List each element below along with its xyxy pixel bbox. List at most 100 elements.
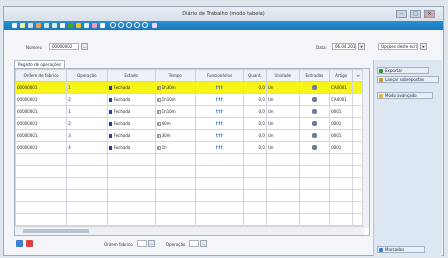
cell-quant[interactable]: 0,0 (242, 117, 267, 130)
cell-quant[interactable]: 0,0 (242, 129, 267, 142)
add-row-icon[interactable] (16, 240, 23, 247)
cell-funcionarios[interactable]: ††† (194, 129, 244, 142)
numero-field[interactable]: 00000002 (49, 43, 79, 50)
check-icon[interactable] (68, 23, 73, 28)
vertical-scrollbar[interactable] (362, 69, 369, 228)
copy-icon[interactable] (44, 23, 49, 28)
cell-quant[interactable]: 0,0 (242, 141, 267, 154)
cell-quant[interactable]: 0,0 (242, 105, 267, 118)
open-icon[interactable] (20, 23, 25, 28)
table-row[interactable]: 00000001 2 Fechada ▾ 1h10m ††† 0,0 Un CA0… (14, 93, 364, 106)
cell-tempo[interactable]: ▾ 30m (154, 129, 196, 142)
operacao-lookup-button[interactable]: … (200, 240, 207, 247)
entradas-icon[interactable] (311, 120, 317, 126)
delete-row-icon[interactable] (26, 240, 33, 247)
nav-next-icon[interactable] (126, 22, 132, 28)
save-icon[interactable] (28, 23, 33, 28)
cell-unidade[interactable]: Un (265, 141, 300, 154)
new-icon[interactable] (12, 23, 17, 28)
col-estado[interactable]: Estado (106, 69, 156, 82)
tempo-dropdown-icon[interactable]: ▾ (156, 134, 161, 138)
horizontal-scroll-thumb[interactable] (23, 229, 89, 233)
nav-prev-icon[interactable] (118, 22, 124, 28)
cell-ordem[interactable]: 00000001 (14, 129, 68, 142)
entradas-icon[interactable] (311, 132, 317, 138)
table-row[interactable]: 00000001 1 Fechada ▾ 1h30m ††† 0,0 Un CA0… (14, 81, 364, 94)
maximize-button[interactable]: □ (410, 10, 421, 18)
entradas-icon[interactable] (311, 84, 317, 90)
cell-operacao[interactable]: 2 (66, 93, 108, 106)
tempo-dropdown-icon[interactable]: ▾ (156, 122, 161, 126)
cell-entradas[interactable] (298, 141, 331, 154)
cell-tempo[interactable]: ▾ 40m (154, 117, 196, 130)
search-icon[interactable] (76, 23, 81, 28)
cell-quant[interactable]: 0,0 (242, 93, 267, 106)
close-button[interactable]: × (424, 10, 435, 18)
cell-entradas[interactable] (298, 105, 331, 118)
attach-icon[interactable] (92, 23, 97, 28)
table-row[interactable]: 00000001 2 Fechada ▾ 40m ††† 0,0 Un 0001 (14, 117, 364, 130)
cell-estado[interactable]: Fechada (106, 117, 156, 130)
ordem-fabrico-lookup-button[interactable]: … (148, 240, 155, 247)
col-unidade[interactable]: Unidade (265, 69, 300, 82)
lancar-sobrepostas-button[interactable]: Lançar sobrepostas (377, 76, 439, 83)
filter-icon[interactable] (84, 23, 89, 28)
cell-artigo[interactable]: 0001 (329, 117, 354, 130)
cell-ordem[interactable]: 00000001 (14, 81, 68, 94)
cell-ordem[interactable]: 00000001 (14, 141, 68, 154)
col-ordem-fabrico[interactable]: Ordem de fabrico (14, 69, 68, 82)
cell-artigo[interactable]: CA0001 (329, 93, 354, 106)
numero-lookup-button[interactable]: … (81, 43, 88, 50)
marcados-button[interactable]: Marcados (377, 246, 425, 253)
col-entradas[interactable]: Entradas (298, 69, 331, 82)
tempo-dropdown-icon[interactable]: ▾ (156, 110, 161, 114)
cell-tempo[interactable]: ▾ 1h30m (154, 81, 196, 94)
help-icon[interactable] (100, 23, 105, 28)
options-select[interactable]: Opções deste ecrã (378, 43, 418, 50)
col-funcionarios[interactable]: Funcionários (194, 69, 244, 82)
cell-estado[interactable]: Fechada (106, 81, 156, 94)
nav-first-icon[interactable] (110, 22, 116, 28)
cell-entradas[interactable] (298, 129, 331, 142)
cell-unidade[interactable]: Un (265, 81, 300, 94)
table-row[interactable]: 00000001 1 Fechada ▾ 1h10m ††† 0,0 Un 000… (14, 105, 364, 118)
cell-entradas[interactable] (298, 117, 331, 130)
cell-tempo[interactable]: ▾ 1h (154, 141, 196, 154)
cell-entradas[interactable] (298, 81, 331, 94)
tempo-dropdown-icon[interactable]: ▾ (156, 98, 161, 102)
col-quant[interactable]: Quant. (242, 69, 267, 82)
cell-tempo[interactable]: ▾ 1h10m (154, 93, 196, 106)
cell-operacao[interactable]: 4 (66, 141, 108, 154)
cell-ordem[interactable]: 00000001 (14, 93, 68, 106)
cell-tempo[interactable]: ▾ 1h10m (154, 105, 196, 118)
cell-artigo[interactable]: 0001 (329, 141, 354, 154)
cell-estado[interactable]: Fechada (106, 105, 156, 118)
cell-unidade[interactable]: Un (265, 129, 300, 142)
cell-unidade[interactable]: Un (265, 93, 300, 106)
tempo-dropdown-icon[interactable]: ▾ (156, 146, 161, 150)
col-artigo[interactable]: Artigo (329, 69, 354, 82)
cell-ordem[interactable]: 00000001 (14, 117, 68, 130)
entradas-icon[interactable] (311, 144, 317, 150)
col-operacao[interactable]: Operação (66, 69, 108, 82)
horizontal-scrollbar[interactable] (15, 226, 364, 235)
cell-unidade[interactable]: Un (265, 105, 300, 118)
modo-avancado-button[interactable]: Modo avançado (377, 92, 433, 99)
cell-estado[interactable]: Fechada (106, 141, 156, 154)
cell-estado[interactable]: Fechada (106, 93, 156, 106)
cell-ordem[interactable]: 00000001 (14, 105, 68, 118)
cell-funcionarios[interactable]: ††† (194, 93, 244, 106)
cell-artigo[interactable]: 0001 (329, 129, 354, 142)
table-row[interactable]: 00000001 3 Fechada ▾ 30m ††† 0,0 Un 0001 (14, 129, 364, 142)
tempo-dropdown-icon[interactable]: ▾ (156, 86, 161, 90)
nav-last-icon[interactable] (134, 22, 140, 28)
cell-unidade[interactable]: Un (265, 117, 300, 130)
paste-icon[interactable] (52, 23, 57, 28)
cell-quant[interactable]: 0,0 (242, 81, 267, 94)
cell-operacao[interactable]: 1 (66, 105, 108, 118)
cell-artigo[interactable]: 0001 (329, 105, 354, 118)
cell-funcionarios[interactable]: ††† (194, 141, 244, 154)
cell-funcionarios[interactable]: ††† (194, 105, 244, 118)
print-icon[interactable] (36, 23, 41, 28)
nav-extra-icon[interactable] (142, 22, 148, 28)
